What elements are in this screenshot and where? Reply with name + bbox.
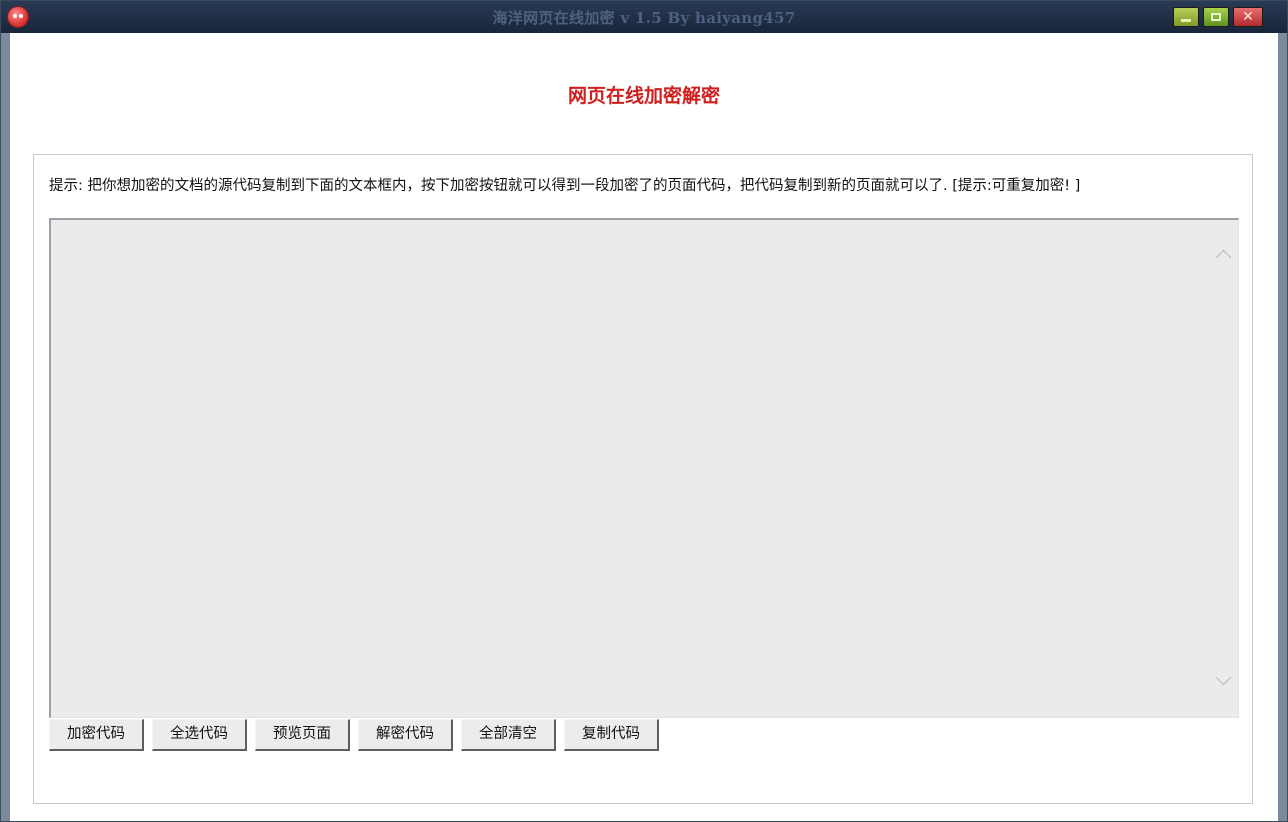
code-textarea-frame	[49, 218, 1239, 718]
decrypt-code-button[interactable]: 解密代码	[358, 719, 453, 751]
copy-code-button[interactable]: 复制代码	[564, 719, 659, 751]
title-bar[interactable]: 海洋网页在线加密 v 1.5 By haiyang457 ✕	[1, 1, 1287, 33]
preview-page-button[interactable]: 预览页面	[255, 719, 350, 751]
close-icon: ✕	[1242, 9, 1254, 25]
minimize-button[interactable]	[1173, 7, 1199, 27]
page-title: 网页在线加密解密	[567, 85, 720, 107]
encrypt-code-button[interactable]: 加密代码	[49, 719, 144, 751]
scroll-down-arrow-icon[interactable]	[1215, 669, 1232, 686]
code-textarea[interactable]	[51, 220, 1211, 717]
maximize-button[interactable]	[1203, 7, 1229, 27]
maximize-icon	[1204, 8, 1228, 26]
app-window: 海洋网页在线加密 v 1.5 By haiyang457 ✕ 网页在线加密解密 …	[0, 0, 1288, 822]
encrypt-panel: 提示: 把你想加密的文档的源代码复制到下面的文本框内，按下加密按钮就可以得到一段…	[33, 154, 1253, 804]
minimize-icon	[1174, 8, 1198, 26]
client-area: 网页在线加密解密 提示: 把你想加密的文档的源代码复制到下面的文本框内，按下加密…	[10, 33, 1278, 821]
hint-text: 提示: 把你想加密的文档的源代码复制到下面的文本框内，按下加密按钮就可以得到一段…	[49, 178, 1081, 194]
select-all-code-button[interactable]: 全选代码	[152, 719, 247, 751]
clear-all-button[interactable]: 全部清空	[461, 719, 556, 751]
close-button[interactable]: ✕	[1233, 7, 1263, 27]
scroll-up-arrow-icon[interactable]	[1215, 249, 1232, 266]
action-buttons: 加密代码 全选代码 预览页面 解密代码 全部清空 复制代码	[49, 719, 659, 753]
vertical-scrollbar[interactable]	[1210, 220, 1238, 717]
window-title: 海洋网页在线加密 v 1.5 By haiyang457	[492, 9, 796, 27]
